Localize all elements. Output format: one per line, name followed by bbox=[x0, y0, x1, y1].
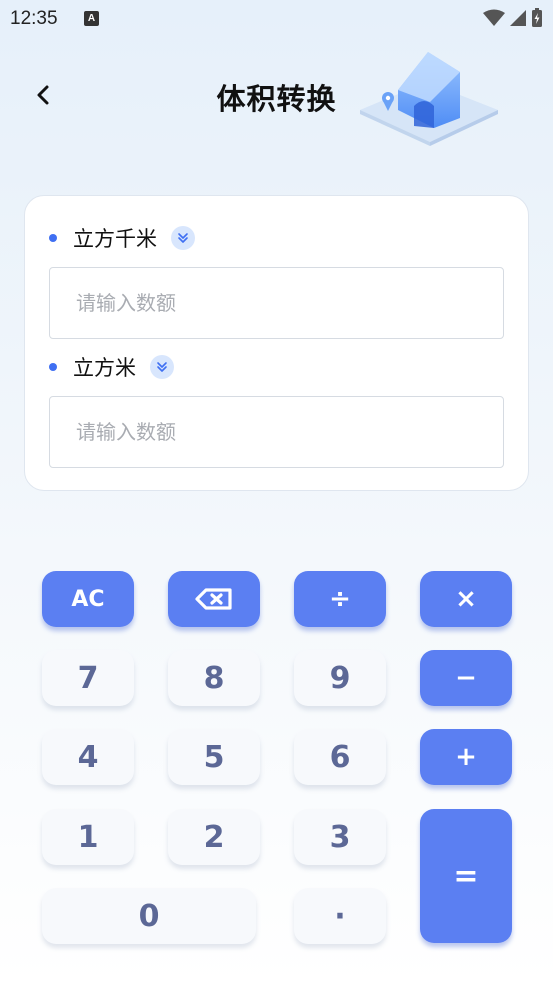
system-icons bbox=[483, 8, 543, 28]
signal-icon bbox=[510, 10, 526, 26]
status-time: 12:35 bbox=[10, 8, 58, 29]
from-value-input[interactable] bbox=[50, 268, 503, 338]
digit-0-button[interactable]: 0 bbox=[42, 888, 256, 944]
bullet-dot-icon bbox=[49, 234, 57, 242]
to-unit-selector[interactable]: 立方米 bbox=[49, 352, 174, 382]
multiply-button[interactable]: × bbox=[420, 571, 512, 627]
digit-2-button[interactable]: 2 bbox=[168, 809, 260, 865]
digit-8-button[interactable]: 8 bbox=[168, 650, 260, 706]
to-value-input[interactable] bbox=[50, 397, 503, 467]
clear-button[interactable]: AC bbox=[42, 571, 134, 627]
from-unit-selector[interactable]: 立方千米 bbox=[49, 223, 195, 253]
from-value-field[interactable] bbox=[49, 267, 504, 339]
divide-button[interactable]: ÷ bbox=[294, 571, 386, 627]
plus-button[interactable]: + bbox=[420, 729, 512, 785]
battery-icon bbox=[532, 8, 542, 27]
backspace-button[interactable] bbox=[168, 571, 260, 627]
from-unit-label: 立方千米 bbox=[73, 227, 157, 251]
digit-3-button[interactable]: 3 bbox=[294, 809, 386, 865]
digit-9-button[interactable]: 9 bbox=[294, 650, 386, 706]
to-value-field[interactable] bbox=[49, 396, 504, 468]
minus-button[interactable]: − bbox=[420, 650, 512, 706]
chevron-down-icon[interactable] bbox=[150, 355, 174, 379]
converter-card: 立方千米 立方米 bbox=[24, 195, 529, 491]
digit-6-button[interactable]: 6 bbox=[294, 729, 386, 785]
equals-button[interactable]: = bbox=[420, 809, 512, 943]
digit-7-button[interactable]: 7 bbox=[42, 650, 134, 706]
digit-5-button[interactable]: 5 bbox=[168, 729, 260, 785]
decimal-point-button[interactable]: · bbox=[294, 888, 386, 944]
digit-1-button[interactable]: 1 bbox=[42, 809, 134, 865]
digit-4-button[interactable]: 4 bbox=[42, 729, 134, 785]
chevron-down-icon[interactable] bbox=[171, 226, 195, 250]
notification-icon: A bbox=[84, 11, 99, 26]
house-illustration-icon bbox=[360, 52, 498, 146]
to-unit-label: 立方米 bbox=[73, 356, 136, 380]
wifi-icon bbox=[483, 9, 505, 26]
backspace-icon bbox=[195, 588, 232, 610]
bullet-dot-icon bbox=[49, 363, 57, 371]
status-bar: 12:35 A bbox=[0, 0, 553, 38]
